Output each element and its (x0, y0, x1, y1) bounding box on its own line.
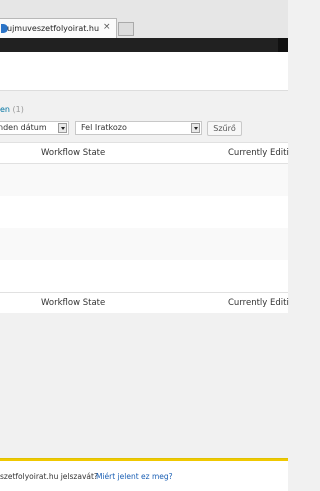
date-filter-select[interactable]: nden dátum (0, 121, 69, 135)
column-header-workflow-state[interactable]: Workflow State (41, 148, 105, 158)
footer-header-currently-editing[interactable]: Currently Editi (228, 298, 289, 308)
table-row[interactable] (0, 196, 288, 228)
dropdown-arrow-icon (58, 123, 67, 133)
table-row[interactable] (0, 164, 288, 196)
type-filter-value: Fel Iratkozo (81, 123, 127, 132)
tab-close-icon[interactable]: × (103, 22, 111, 32)
table-row[interactable] (0, 228, 288, 260)
admin-bar (0, 38, 288, 52)
admin-bar-edge (278, 38, 288, 52)
footer-header-workflow-state[interactable]: Workflow State (41, 298, 105, 308)
browser-tabstrip: ujmuveszetfolyoirat.hu × (0, 0, 288, 38)
tab-title: ujmuveszetfolyoirat.hu (7, 24, 100, 33)
filter-button[interactable]: Szűrő (207, 121, 242, 136)
new-tab-button[interactable] (118, 22, 134, 36)
table-footer: Workflow State Currently Editi (0, 292, 289, 313)
table-header: Workflow State Currently Editi (0, 143, 289, 164)
status-filter-count: (1) (12, 105, 24, 114)
table-row[interactable] (0, 260, 288, 292)
dropdown-arrow-icon (191, 123, 200, 133)
column-header-currently-editing[interactable]: Currently Editi (228, 148, 289, 158)
notification-accent (0, 459, 288, 461)
type-filter-select[interactable]: Fel Iratkozo (75, 121, 202, 135)
filter-bar: nden dátum Fel Iratkozo Szűrő (0, 121, 288, 136)
status-filter-link[interactable]: en (0, 105, 10, 114)
page-header (0, 52, 288, 91)
password-save-message: szetfolyoirat.hu jelszavát? (0, 472, 98, 481)
date-filter-value: nden dátum (0, 123, 47, 132)
subsubsub-filter: en (1) (0, 105, 24, 114)
browser-tab[interactable]: ujmuveszetfolyoirat.hu × (0, 18, 117, 38)
posts-table: Workflow State Currently Editi Workflow … (0, 142, 289, 313)
why-shown-link[interactable]: Miért jelent ez meg? (96, 472, 173, 481)
password-save-bar: szetfolyoirat.hu jelszavát? Miért jelent… (0, 458, 288, 491)
